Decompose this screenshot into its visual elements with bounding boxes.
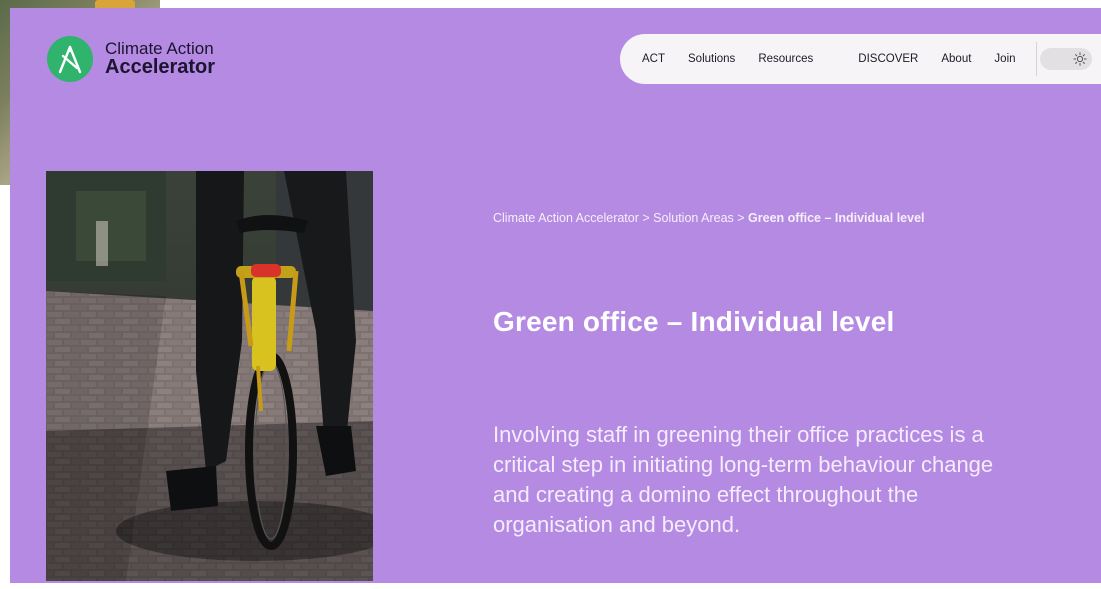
breadcrumb-link-solution-areas[interactable]: Solution Areas [653,211,734,225]
nav-item-solutions[interactable]: Solutions [688,53,735,65]
hero-photo-cyclist [46,171,373,581]
nav-divider [1035,42,1037,76]
background-edge [843,0,1101,8]
background-edge-bottom [0,583,1101,589]
nav-item-discover[interactable]: DISCOVER [858,53,918,65]
nav-item-act[interactable]: ACT [642,53,665,65]
nav-item-join[interactable]: Join [994,53,1015,65]
logo-name-line2: Accelerator [105,56,216,79]
main-nav: ACT Solutions Resources DISCOVER About J… [620,34,1101,84]
nav-item-about[interactable]: About [941,53,971,65]
breadcrumb-separator: > [737,211,749,225]
logo-text: Climate Action Accelerator [105,38,216,79]
breadcrumb-separator: > [642,211,654,225]
logo-name-line1: Climate Action [105,38,214,58]
page-lead-paragraph: Involving staff in greening their office… [493,422,994,537]
page-title: Green office – Individual level [493,306,895,337]
nav-item-resources[interactable]: Resources [758,53,813,65]
breadcrumb-link-home[interactable]: Climate Action Accelerator [493,211,639,225]
breadcrumb-current: Green office – Individual level [748,211,925,225]
site-logo[interactable]: Climate Action Accelerator [47,36,215,82]
breadcrumb: Climate Action Accelerator > Solution Ar… [493,211,1013,226]
logo-mark-icon [47,36,93,82]
sun-icon [1072,51,1088,67]
theme-toggle[interactable] [1039,48,1092,70]
